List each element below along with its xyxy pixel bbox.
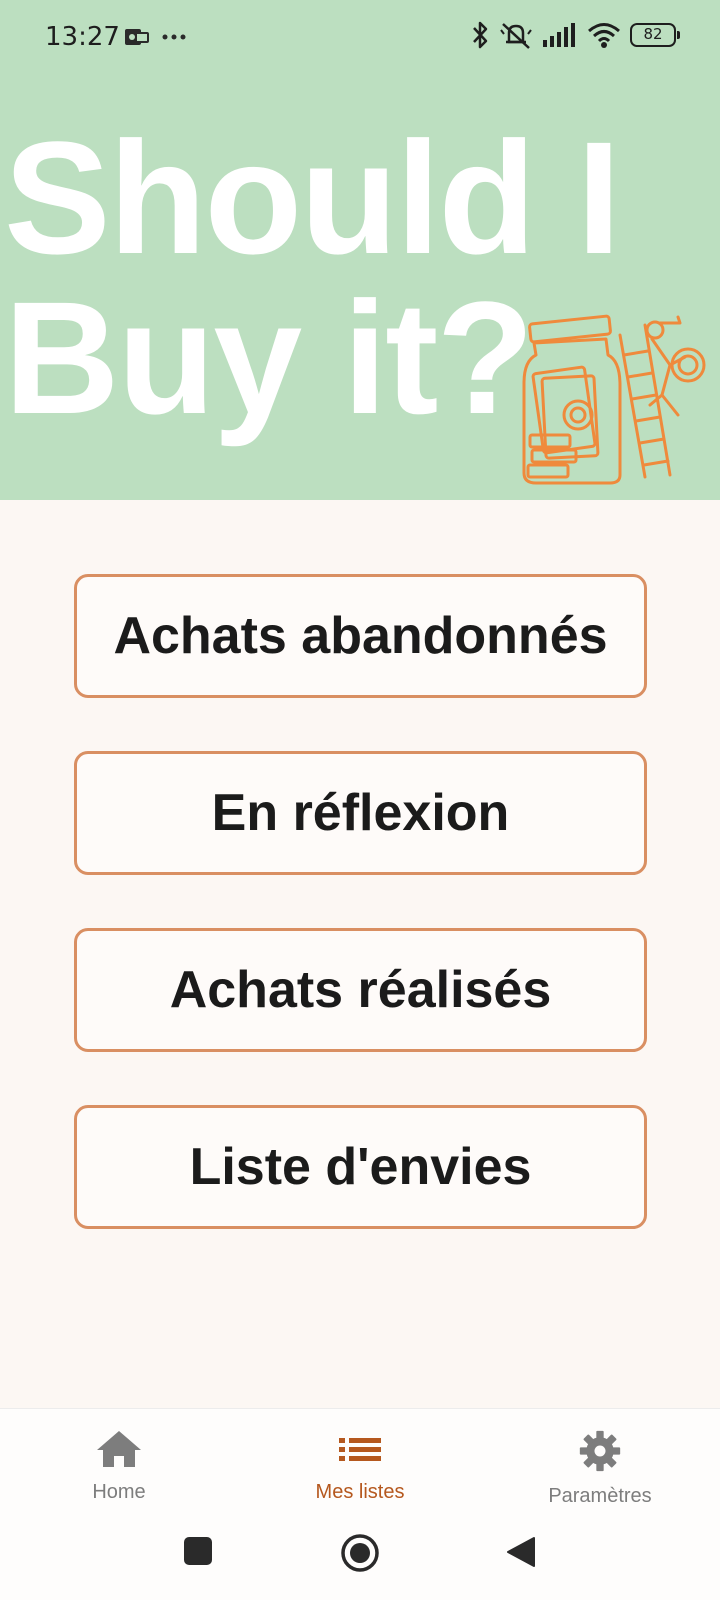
list-icon <box>339 1438 381 1461</box>
in-reflection-label: En réflexion <box>211 784 510 842</box>
gear-icon <box>579 1430 621 1472</box>
wishlist-label: Liste d'envies <box>189 1138 532 1196</box>
nav-my-lists-label: Mes listes <box>315 1481 405 1503</box>
mute-icon <box>500 23 532 49</box>
completed-purchases-label: Achats réalisés <box>169 961 552 1019</box>
nav-settings-label: Paramètres <box>548 1485 652 1507</box>
notification-icon <box>125 29 149 45</box>
in-reflection-button[interactable]: En réflexion <box>74 751 647 875</box>
home-icon <box>97 1431 141 1467</box>
bottom-navigation: Home Mes listes Paramètres <box>0 1408 720 1514</box>
nav-home[interactable]: Home <box>19 1429 219 1504</box>
jar-ladder-icon <box>522 314 706 485</box>
abandoned-purchases-label: Achats abandonnés <box>113 607 608 665</box>
status-bar: 13:27 82 <box>0 0 720 78</box>
wishlist-button[interactable]: Liste d'envies <box>74 1105 647 1229</box>
nav-settings[interactable]: Paramètres <box>500 1429 700 1508</box>
list-menu: Achats abandonnés En réflexion Achats ré… <box>74 574 647 1282</box>
home-circle-icon[interactable] <box>340 1533 380 1573</box>
battery-icon: 82 <box>630 23 680 47</box>
header-banner: 13:27 82 Should I Buy it? <box>0 0 720 500</box>
status-time: 13:27 <box>45 22 120 52</box>
abandoned-purchases-button[interactable]: Achats abandonnés <box>74 574 647 698</box>
bluetooth-icon <box>473 21 488 49</box>
completed-purchases-button[interactable]: Achats réalisés <box>74 928 647 1052</box>
back-icon[interactable] <box>506 1536 536 1568</box>
nav-home-label: Home <box>92 1481 146 1503</box>
signal-icon <box>543 23 575 47</box>
recents-icon[interactable] <box>183 1536 213 1566</box>
more-dots-icon <box>162 34 186 40</box>
app-title-line1: Should I <box>4 108 621 287</box>
system-navigation-bar <box>0 1514 720 1600</box>
wifi-icon <box>588 23 620 48</box>
nav-my-lists[interactable]: Mes listes <box>260 1429 460 1504</box>
